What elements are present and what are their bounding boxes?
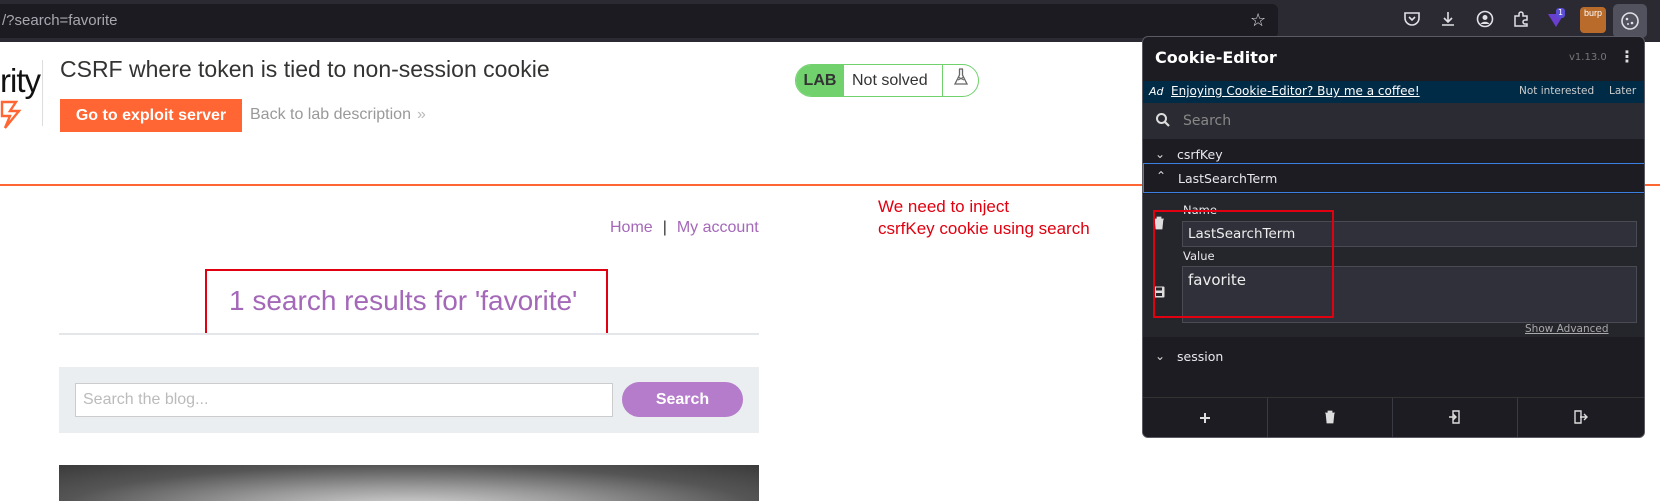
double-chevron-icon: » [416,106,426,123]
flask-icon [946,65,976,96]
kebab-menu-icon[interactable]: ⋮ [1619,47,1635,66]
cookie-name: csrfKey [1177,147,1223,162]
annotation-line-1: We need to inject [878,197,1010,216]
cookie-editor-icon[interactable] [1613,4,1647,38]
ad-banner: Ad Enjoying Cookie-Editor? Buy me a coff… [1143,81,1644,103]
cookie-search-bar[interactable]: Search [1143,103,1644,139]
chevron-down-icon: ⌄ [1155,147,1166,161]
ad-tag: Ad [1149,85,1164,98]
red-annotation: We need to inject csrfKey cookie using s… [878,196,1090,240]
lab-status-badge: LAB Not solved [795,64,979,97]
url-text[interactable]: /?search=favorite [2,12,117,29]
burp-icon[interactable]: burp [1580,7,1606,33]
cookie-search-input[interactable]: Search [1183,113,1231,129]
add-cookie-button[interactable] [1143,398,1268,437]
top-nav: Home | My account [610,219,759,237]
cookie-row-session[interactable]: ⌄ session [1143,341,1644,372]
cookie-editor-footer [1143,397,1644,437]
header-divider [42,60,43,126]
cookie-name: session [1177,349,1224,364]
ad-later-button[interactable]: Later [1609,85,1636,97]
blog-post-image[interactable] [59,465,759,501]
cookie-name: LastSearchTerm [1178,171,1278,186]
search-icon [1156,113,1170,127]
import-icon [1449,410,1460,424]
export-button[interactable] [1518,398,1643,437]
download-icon[interactable] [1438,10,1458,30]
cookie-editor-popup: Cookie-Editor v1.13.0 ⋮ Ad Enjoying Cook… [1142,36,1645,438]
lab-status: Not solved [852,72,928,89]
lab-title: CSRF where token is tied to non-session … [60,56,550,82]
cookie-row-lastsearchterm[interactable]: ⌃ LastSearchTerm [1143,163,1644,193]
extensions-icon[interactable] [1511,10,1531,30]
nav-my-account-link[interactable]: My account [677,219,759,236]
blog-search-button[interactable]: Search [622,382,743,417]
delete-all-button[interactable] [1268,398,1393,437]
portswigger-logo: rity [0,62,41,99]
annotation-line-2: csrfKey cookie using search [878,219,1090,238]
back-link-label[interactable]: Back to lab description [250,106,411,123]
highlight-box-cookie [1153,210,1334,318]
burp-label: burp [1583,8,1602,18]
nav-separator: | [662,219,667,236]
logo-mark-icon [0,100,22,129]
exploit-server-button[interactable]: Go to exploit server [60,99,242,132]
cookie-editor-header: Cookie-Editor v1.13.0 ⋮ [1143,37,1644,81]
delete-all-icon [1325,410,1335,424]
chevron-up-icon: ⌃ [1156,169,1167,183]
account-icon[interactable] [1475,10,1495,30]
search-results-heading: 1 search results for 'favorite' [229,285,578,316]
ad-not-interested-button[interactable]: Not interested [1519,85,1594,97]
export-icon [1573,410,1588,424]
show-advanced-link[interactable]: Show Advanced [1525,323,1609,335]
ad-link[interactable]: Enjoying Cookie-Editor? Buy me a coffee! [1171,84,1420,98]
nav-home-link[interactable]: Home [610,219,653,236]
back-to-lab-link[interactable]: Back to lab description » [250,106,426,124]
cookie-editor-version: v1.13.0 [1569,52,1607,63]
results-divider [59,333,759,335]
chevron-down-icon: ⌄ [1155,349,1166,363]
import-button[interactable] [1393,398,1518,437]
pocket-icon[interactable] [1402,10,1422,30]
badge-divider [942,65,943,96]
extension-badge: 1 [1556,8,1566,18]
cookie-editor-title: Cookie-Editor [1155,48,1277,67]
address-bar[interactable]: /?search=favorite ☆ [0,4,1278,38]
blog-search-input[interactable] [75,383,613,417]
add-icon [1200,413,1210,423]
lab-label: LAB [796,65,844,96]
bookmark-star-icon[interactable]: ☆ [1250,12,1266,30]
